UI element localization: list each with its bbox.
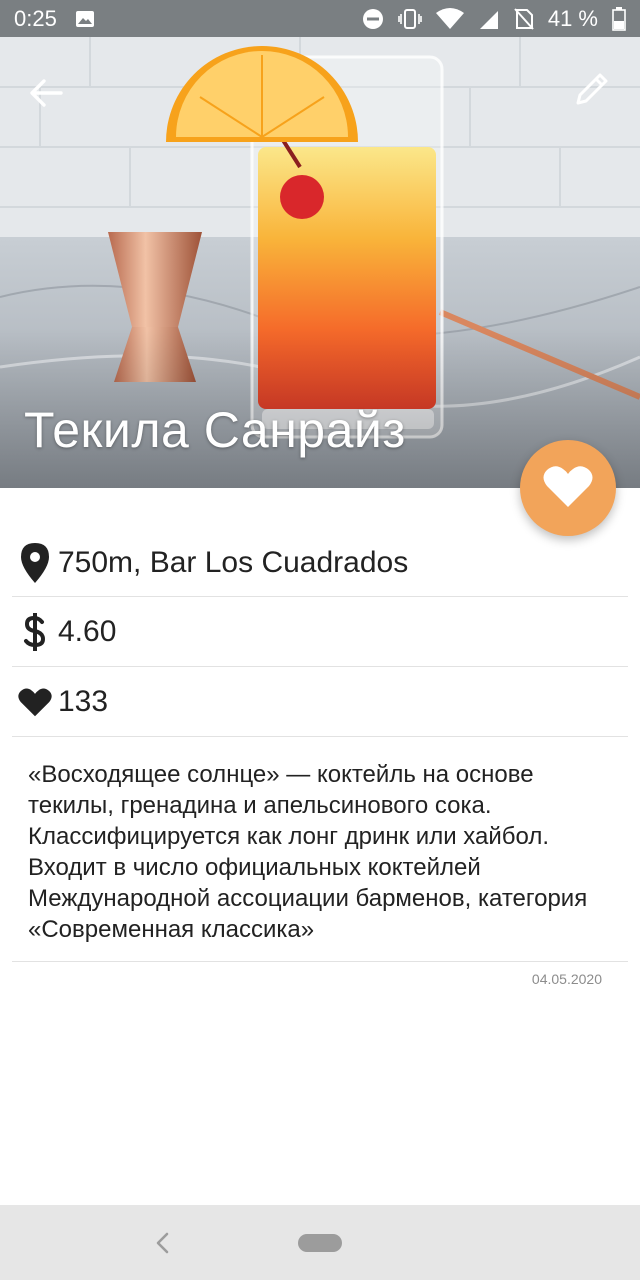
location-text: 750m, Bar Los Cuadrados bbox=[58, 546, 409, 579]
arrow-left-icon bbox=[29, 78, 63, 113]
edit-button[interactable] bbox=[566, 65, 618, 117]
signal-icon bbox=[478, 8, 500, 30]
pencil-icon bbox=[572, 69, 612, 114]
battery-icon bbox=[612, 6, 626, 31]
likes-row: 133 bbox=[12, 667, 628, 737]
status-bar: 0:25 41 % bbox=[0, 0, 640, 37]
cocktail-title: Текила Санрайз bbox=[24, 402, 406, 458]
back-button[interactable] bbox=[22, 71, 70, 119]
price-row: 4.60 bbox=[12, 597, 628, 667]
wifi-icon bbox=[435, 7, 464, 30]
vibrate-icon bbox=[398, 8, 422, 30]
system-nav-bar bbox=[0, 1205, 640, 1280]
heart-icon bbox=[543, 464, 593, 513]
location-row: 750m, Bar Los Cuadrados bbox=[12, 530, 628, 597]
location-pin-icon bbox=[12, 543, 58, 583]
cocktail-hero-image: Текила Санрайз bbox=[0, 37, 640, 488]
dollar-icon bbox=[12, 612, 58, 652]
no-sim-icon bbox=[514, 7, 534, 30]
image-icon bbox=[75, 10, 95, 28]
price-text: 4.60 bbox=[58, 614, 117, 648]
post-date: 04.05.2020 bbox=[531, 971, 602, 987]
cocktail-description: «Восходящее солнце» — коктейль на основе… bbox=[12, 737, 628, 962]
nav-back-icon[interactable] bbox=[150, 1229, 174, 1257]
home-pill-icon[interactable] bbox=[298, 1234, 342, 1252]
status-time: 0:25 bbox=[14, 5, 57, 31]
likes-count: 133 bbox=[58, 684, 109, 718]
battery-percent: 41 % bbox=[547, 5, 598, 31]
heart-count-icon bbox=[12, 687, 58, 717]
favorite-button[interactable] bbox=[520, 440, 616, 536]
do-not-disturb-icon bbox=[362, 8, 384, 30]
